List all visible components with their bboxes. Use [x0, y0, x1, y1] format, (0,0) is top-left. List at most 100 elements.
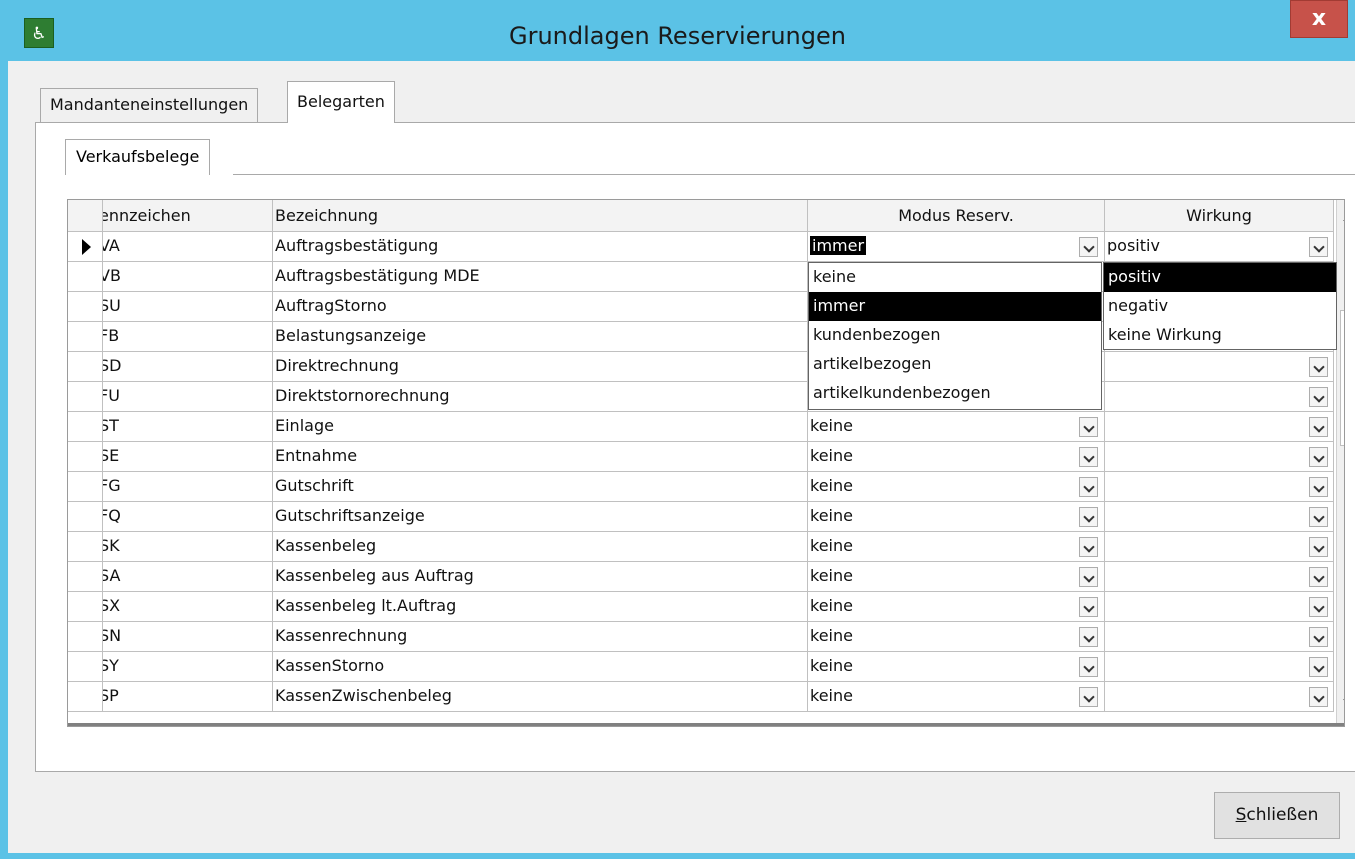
cell-modus[interactable]: keine — [808, 472, 1105, 502]
table-row[interactable]: SX Kassenbeleg lt.Auftragkeine — [68, 592, 1334, 622]
modus-dropdown-chevron-icon[interactable] — [1079, 507, 1098, 527]
cell-bezeichnung[interactable]: Direktrechnung — [273, 352, 808, 382]
modus-dropdown-chevron-icon[interactable] — [1079, 657, 1098, 677]
cell-bezeichnung[interactable]: Auftragsbestätigung — [273, 232, 808, 262]
cell-wirkung[interactable] — [1105, 442, 1334, 472]
cell-kennzeichen[interactable]: SP — [103, 682, 273, 712]
cell-bezeichnung[interactable]: Einlage — [273, 412, 808, 442]
cell-kennzeichen[interactable]: SU — [103, 292, 273, 322]
cell-modus[interactable]: keine — [808, 622, 1105, 652]
cell-bezeichnung[interactable]: Entnahme — [273, 442, 808, 472]
modus-option-kundenbezogen[interactable]: kundenbezogen — [809, 321, 1101, 350]
table-row[interactable]: SA Kassenbeleg aus Auftragkeine — [68, 562, 1334, 592]
cell-wirkung[interactable] — [1105, 382, 1334, 412]
cell-wirkung[interactable] — [1105, 682, 1334, 712]
cell-kennzeichen[interactable]: FG — [103, 472, 273, 502]
cell-kennzeichen[interactable]: SY — [103, 652, 273, 682]
wirkung-dropdown-chevron-icon[interactable] — [1309, 477, 1328, 497]
wirkung-dropdown-list[interactable]: positiv negativ keine Wirkung — [1103, 262, 1337, 350]
grid-vertical-scrollbar[interactable] — [1336, 200, 1344, 726]
cell-bezeichnung[interactable]: KassenZwischenbeleg — [273, 682, 808, 712]
modus-dropdown-chevron-icon[interactable] — [1079, 627, 1098, 647]
cell-kennzeichen[interactable]: VB — [103, 262, 273, 292]
belegarten-grid[interactable]: ennzeichen Bezeichnung Modus Reserv. Wir… — [67, 199, 1345, 727]
cell-kennzeichen[interactable]: SE — [103, 442, 273, 472]
cell-wirkung[interactable] — [1105, 412, 1334, 442]
wirkung-dropdown-chevron-icon[interactable] — [1309, 627, 1328, 647]
table-row[interactable]: SD Direktrechnung — [68, 352, 1334, 382]
row-indicator[interactable] — [68, 682, 103, 712]
tab-mandanteneinstellungen[interactable]: Mandanteneinstellungen — [40, 88, 259, 122]
wirkung-dropdown-chevron-icon[interactable] — [1309, 537, 1328, 557]
modus-dropdown-list[interactable]: keine immer kundenbezogen artikelbezogen… — [808, 262, 1102, 410]
cell-bezeichnung[interactable]: Belastungsanzeige — [273, 322, 808, 352]
row-indicator[interactable] — [68, 382, 103, 412]
cell-modus[interactable]: keine — [808, 562, 1105, 592]
wirkung-dropdown-chevron-icon[interactable] — [1309, 507, 1328, 527]
cell-kennzeichen[interactable]: ST — [103, 412, 273, 442]
cell-bezeichnung[interactable]: Kassenbeleg aus Auftrag — [273, 562, 808, 592]
cell-bezeichnung[interactable]: Direktstornorechnung — [273, 382, 808, 412]
modus-dropdown-chevron-icon[interactable] — [1079, 537, 1098, 557]
table-row[interactable]: SK Kassenbelegkeine — [68, 532, 1334, 562]
cell-kennzeichen[interactable]: SD — [103, 352, 273, 382]
cell-wirkung[interactable] — [1105, 352, 1334, 382]
cell-modus[interactable]: keine — [808, 652, 1105, 682]
row-indicator[interactable] — [68, 232, 103, 262]
cell-kennzeichen[interactable]: FQ — [103, 502, 273, 532]
cell-modus[interactable]: keine — [808, 532, 1105, 562]
cell-modus[interactable]: keine — [808, 682, 1105, 712]
cell-kennzeichen[interactable]: SK — [103, 532, 273, 562]
wirkung-dropdown-chevron-icon[interactable] — [1309, 687, 1328, 707]
row-indicator[interactable] — [68, 622, 103, 652]
modus-dropdown-chevron-icon[interactable] — [1079, 687, 1098, 707]
column-header-modus[interactable]: Modus Reserv. — [808, 200, 1105, 232]
row-indicator[interactable] — [68, 412, 103, 442]
row-indicator[interactable] — [68, 652, 103, 682]
cell-bezeichnung[interactable]: AuftragStorno — [273, 292, 808, 322]
wirkung-option-positiv[interactable]: positiv — [1104, 263, 1336, 292]
column-header-kennzeichen[interactable]: ennzeichen — [103, 200, 273, 232]
cell-kennzeichen[interactable]: FU — [103, 382, 273, 412]
modus-dropdown-chevron-icon[interactable] — [1079, 237, 1098, 257]
cell-bezeichnung[interactable]: KassenStorno — [273, 652, 808, 682]
table-row[interactable]: SE Entnahmekeine — [68, 442, 1334, 472]
cell-kennzeichen[interactable]: SA — [103, 562, 273, 592]
wirkung-dropdown-chevron-icon[interactable] — [1309, 237, 1328, 257]
cell-bezeichnung[interactable]: Kassenbeleg — [273, 532, 808, 562]
row-indicator[interactable] — [68, 532, 103, 562]
cell-modus[interactable]: keine — [808, 412, 1105, 442]
row-indicator[interactable] — [68, 292, 103, 322]
close-window-button[interactable]: x — [1290, 0, 1348, 38]
wirkung-dropdown-chevron-icon[interactable] — [1309, 567, 1328, 587]
table-row[interactable]: ST Einlagekeine — [68, 412, 1334, 442]
tab-verkaufsbelege[interactable]: Verkaufsbelege — [65, 139, 211, 175]
row-indicator[interactable] — [68, 592, 103, 622]
table-row[interactable]: FG Gutschriftkeine — [68, 472, 1334, 502]
column-header-bezeichnung[interactable]: Bezeichnung — [273, 200, 808, 232]
wirkung-dropdown-chevron-icon[interactable] — [1309, 387, 1328, 407]
wirkung-dropdown-chevron-icon[interactable] — [1309, 417, 1328, 437]
cell-wirkung[interactable] — [1105, 622, 1334, 652]
wirkung-dropdown-chevron-icon[interactable] — [1309, 597, 1328, 617]
cell-bezeichnung[interactable]: Gutschriftsanzeige — [273, 502, 808, 532]
schliessen-button[interactable]: Schließen — [1214, 792, 1340, 839]
table-row[interactable]: SN Kassenrechnungkeine — [68, 622, 1334, 652]
cell-bezeichnung[interactable]: Kassenbeleg lt.Auftrag — [273, 592, 808, 622]
wirkung-dropdown-chevron-icon[interactable] — [1309, 657, 1328, 677]
table-row[interactable]: SP KassenZwischenbelegkeine — [68, 682, 1334, 712]
modus-dropdown-chevron-icon[interactable] — [1079, 567, 1098, 587]
modus-dropdown-chevron-icon[interactable] — [1079, 477, 1098, 497]
cell-modus[interactable]: keine — [808, 592, 1105, 622]
cell-wirkung[interactable] — [1105, 652, 1334, 682]
scroll-down-arrow-icon[interactable] — [1338, 692, 1344, 712]
cell-kennzeichen[interactable]: SN — [103, 622, 273, 652]
wirkung-dropdown-chevron-icon[interactable] — [1309, 447, 1328, 467]
cell-kennzeichen[interactable]: SX — [103, 592, 273, 622]
cell-bezeichnung[interactable]: Kassenrechnung — [273, 622, 808, 652]
cell-bezeichnung[interactable]: Auftragsbestätigung MDE — [273, 262, 808, 292]
table-row[interactable]: FQ Gutschriftsanzeigekeine — [68, 502, 1334, 532]
row-indicator[interactable] — [68, 322, 103, 352]
modus-dropdown-chevron-icon[interactable] — [1079, 417, 1098, 437]
cell-kennzeichen[interactable]: VA — [103, 232, 273, 262]
